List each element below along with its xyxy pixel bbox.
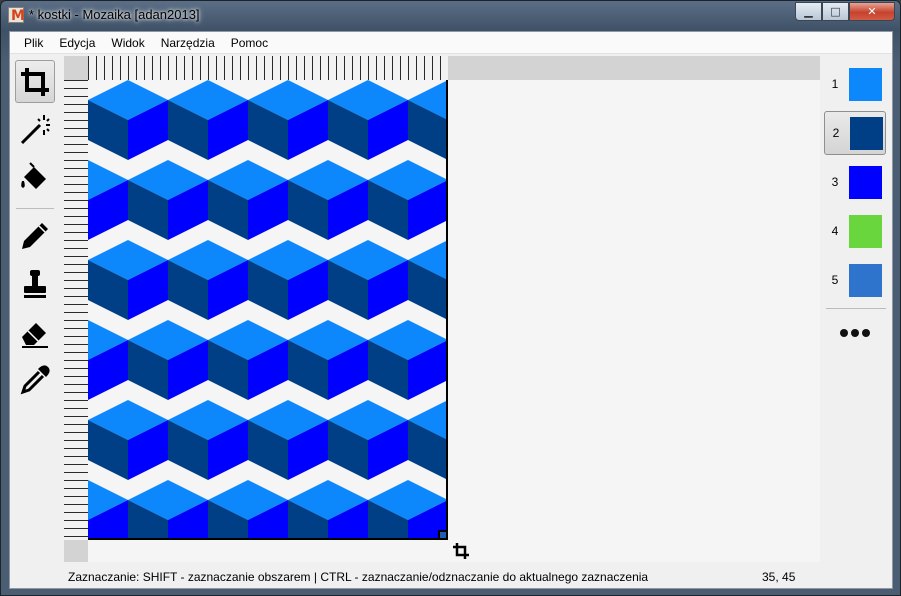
app-logo-letter: M <box>11 8 25 24</box>
eraser-tool-button[interactable] <box>15 310 55 353</box>
magic-wand-icon <box>20 114 50 144</box>
stamp-tool-button[interactable] <box>15 262 55 305</box>
color-palette: 1 2 3 4 5 <box>822 56 892 562</box>
more-dots-icon <box>839 324 872 342</box>
window-title: * kostki - Mozaika [adan2013] <box>29 7 200 22</box>
more-colors-button[interactable] <box>824 318 886 348</box>
menu-narzedzia[interactable]: Narzędzia <box>153 32 223 54</box>
eyedropper-tool-button[interactable] <box>15 358 55 401</box>
crop-icon <box>21 67 49 96</box>
ruler-corner <box>64 56 88 80</box>
fill-tool-button[interactable] <box>15 156 55 199</box>
menu-widok[interactable]: Widok <box>103 32 152 54</box>
palette-item-3[interactable]: 3 <box>824 160 886 204</box>
close-button[interactable]: ✕ <box>849 2 895 21</box>
color-swatch[interactable] <box>849 263 882 297</box>
ruler-left-ticks[interactable] <box>64 80 88 540</box>
palette-item-number: 1 <box>831 77 839 91</box>
title-bar[interactable]: M * kostki - Mozaika [adan2013] ▁ □ ✕ <box>1 1 900 31</box>
palette-item-number: 5 <box>831 273 839 287</box>
app-window: M * kostki - Mozaika [adan2013] ▁ □ ✕ Pl… <box>0 0 901 596</box>
crop-handle-icon[interactable] <box>452 542 470 560</box>
eyedropper-icon <box>20 364 50 394</box>
menu-plik[interactable]: Plik <box>16 32 51 54</box>
palette-item-number: 2 <box>832 126 840 140</box>
canvas-area[interactable] <box>64 56 820 562</box>
palette-item-1[interactable]: 1 <box>824 62 886 106</box>
app-logo-icon[interactable]: M <box>8 7 25 24</box>
canvas-resize-handle[interactable] <box>438 530 448 540</box>
color-swatch[interactable] <box>849 214 882 248</box>
menu-pomoc[interactable]: Pomoc <box>223 32 276 54</box>
ruler-top-ticks[interactable] <box>88 56 448 80</box>
palette-item-4[interactable]: 4 <box>824 209 886 253</box>
color-swatch[interactable] <box>850 116 883 150</box>
crop-tool-button[interactable] <box>15 60 55 103</box>
mosaic-canvas[interactable] <box>88 80 448 540</box>
paint-bucket-icon <box>21 161 46 189</box>
tool-panel <box>10 56 60 562</box>
status-bar: Zaznaczanie: SHIFT - zaznaczanie obszare… <box>10 564 892 588</box>
palette-separator <box>826 308 886 309</box>
color-swatch[interactable] <box>849 165 882 199</box>
palette-item-5[interactable]: 5 <box>824 258 886 302</box>
menu-bar: Plik Edycja Widok Narzędzia Pomoc <box>10 32 892 54</box>
pencil-icon <box>22 222 48 249</box>
magic-wand-tool-button[interactable] <box>15 108 55 151</box>
mosaic-pattern[interactable] <box>88 80 448 540</box>
color-swatch[interactable] <box>849 67 882 101</box>
cursor-coordinates: 35, 45 <box>762 570 796 584</box>
pencil-tool-button[interactable] <box>15 214 55 257</box>
palette-item-2[interactable]: 2 <box>824 111 886 155</box>
palette-item-number: 3 <box>831 175 839 189</box>
status-hint: Zaznaczanie: SHIFT - zaznaczanie obszare… <box>68 570 649 584</box>
stamp-icon <box>24 269 46 298</box>
toolbar-separator <box>16 208 54 209</box>
client-area: Plik Edycja Widok Narzędzia Pomoc 1 2 3 … <box>9 31 893 589</box>
window-controls: ▁ □ ✕ <box>795 2 895 21</box>
minimize-button[interactable]: ▁ <box>795 2 822 21</box>
maximize-button[interactable]: □ <box>822 2 849 21</box>
menu-edycja[interactable]: Edycja <box>51 32 103 54</box>
palette-item-number: 4 <box>831 224 839 238</box>
eraser-icon <box>22 322 48 348</box>
